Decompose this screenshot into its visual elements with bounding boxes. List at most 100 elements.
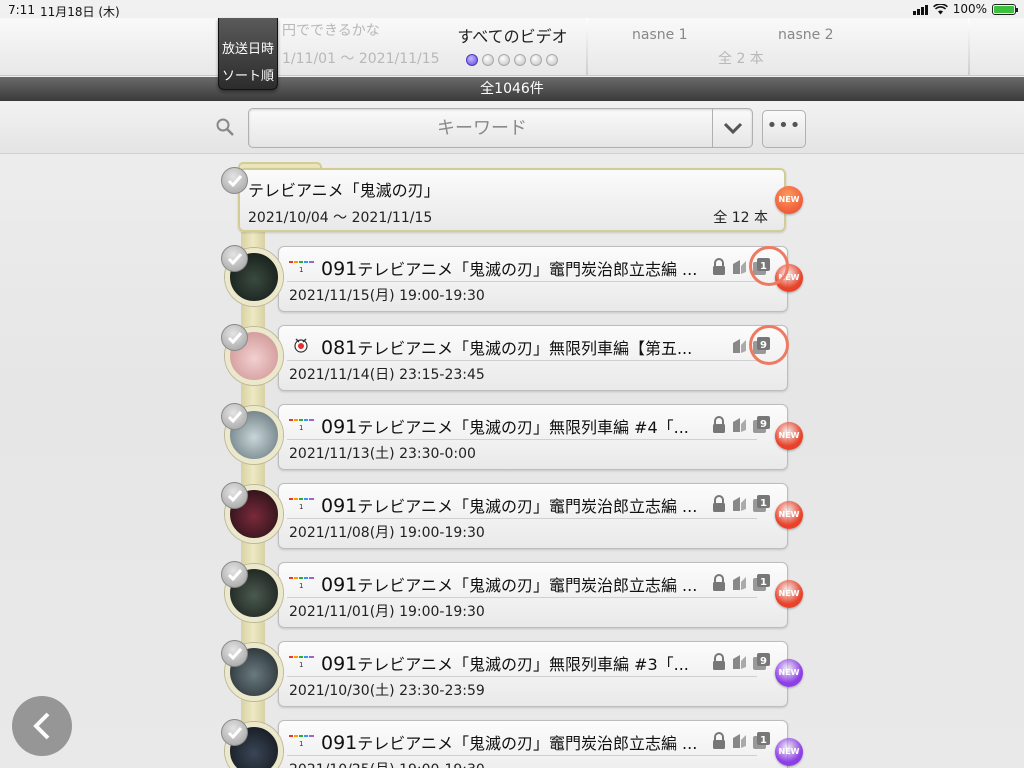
recording-item[interactable]: 1 091テレビアニメ「鬼滅の刃」竈門炭治郎立志編 ... 2021/10/25(月… xyxy=(278,720,788,768)
channel-number: 091 xyxy=(321,495,358,517)
copy-count: 9 xyxy=(760,656,767,667)
keyword-input[interactable] xyxy=(253,113,711,143)
tokyo-mx-logo-icon: 1 xyxy=(289,577,314,590)
svg-text:1: 1 xyxy=(299,582,303,590)
copy-count: 9 xyxy=(760,419,767,430)
new-badge: NEW xyxy=(775,659,803,687)
signal-icon xyxy=(912,4,928,15)
lock-icon xyxy=(713,653,725,670)
lock-icon xyxy=(713,258,725,275)
page-dot[interactable] xyxy=(514,54,526,66)
channel-number: 091 xyxy=(321,258,358,280)
sort-line2: ソート順 xyxy=(221,69,274,84)
ghost-count: 全 2 本 xyxy=(718,51,764,67)
tokyo-mx-logo-icon: 1 xyxy=(289,735,314,748)
status-bar: 7:11 11月18日 (木) 100% xyxy=(0,0,1024,20)
keyword-search-box xyxy=(248,108,753,148)
check-icon xyxy=(227,411,243,424)
item-select-checkbox[interactable] xyxy=(221,403,248,430)
edit-icon xyxy=(733,497,746,511)
status-icons: 9 xyxy=(711,415,773,435)
tab-nasne1[interactable]: nasne 1 xyxy=(632,27,688,43)
tab-all-videos[interactable]: すべてのビデオ xyxy=(440,23,585,47)
battery-percent: 100% xyxy=(952,2,987,16)
group-count: 全 12 本 xyxy=(713,210,768,226)
tokyo-mx-logo-icon: 1 xyxy=(289,419,314,432)
divider xyxy=(287,518,757,519)
group-select-checkbox[interactable] xyxy=(221,167,248,194)
recording-item[interactable]: 1 091テレビアニメ「鬼滅の刃」竈門炭治郎立志編 ... 2021/11/08(月… xyxy=(278,483,788,549)
tab-nasne2[interactable]: nasne 2 xyxy=(778,27,834,43)
new-badge: NEW xyxy=(775,422,803,450)
item-select-checkbox[interactable] xyxy=(221,482,248,509)
lock-icon xyxy=(713,416,725,433)
chevron-down-icon xyxy=(723,122,743,135)
channel-number: 091 xyxy=(321,653,358,675)
lock-icon xyxy=(713,495,725,512)
svg-text:1: 1 xyxy=(299,740,303,748)
sort-line1: 放送日時 xyxy=(221,42,274,57)
check-icon xyxy=(227,569,243,582)
svg-text:1: 1 xyxy=(299,661,303,669)
channel-number: 091 xyxy=(321,416,358,438)
tokyo-mx-logo-icon: 1 xyxy=(289,498,314,511)
divider xyxy=(287,755,757,756)
group-range: 2021/10/04 〜 2021/11/15 xyxy=(248,210,433,226)
item-select-checkbox[interactable] xyxy=(221,561,248,588)
status-icons: 1 xyxy=(711,731,773,751)
program-title: テレビアニメ「鬼滅の刃」無限列車編 #3「... xyxy=(357,655,689,674)
lock-icon xyxy=(713,732,725,749)
check-icon xyxy=(227,727,243,740)
sort-order-button[interactable]: 放送日時 ソート順 xyxy=(218,18,278,90)
keyword-dropdown-button[interactable] xyxy=(712,109,752,147)
program-title: テレビアニメ「鬼滅の刃」竈門炭治郎立志編 ... xyxy=(357,497,698,516)
recording-title: 091テレビアニメ「鬼滅の刃」竈門炭治郎立志編 ... xyxy=(321,572,717,596)
program-title: テレビアニメ「鬼滅の刃」竈門炭治郎立志編 ... xyxy=(357,260,698,279)
page-dot[interactable] xyxy=(482,54,494,66)
check-icon xyxy=(227,332,243,345)
new-badge: NEW xyxy=(775,186,803,214)
item-select-checkbox[interactable] xyxy=(221,245,248,272)
recording-title: 081テレビアニメ「鬼滅の刃」無限列車編【第五... xyxy=(321,335,717,359)
back-button[interactable] xyxy=(12,696,72,756)
recording-item[interactable]: 081テレビアニメ「鬼滅の刃」無限列車編【第五... 2021/11/14(日) … xyxy=(278,325,788,391)
recording-item[interactable]: 1 091テレビアニメ「鬼滅の刃」竈門炭治郎立志編 ... 2021/11/01(月… xyxy=(278,562,788,628)
item-select-checkbox[interactable] xyxy=(221,640,248,667)
channel-number: 091 xyxy=(321,574,358,596)
total-count-bar: 全1046件 xyxy=(0,77,1024,101)
tokyo-mx-logo-icon: 1 xyxy=(289,656,314,669)
check-icon xyxy=(227,175,243,188)
recording-item[interactable]: 1 091テレビアニメ「鬼滅の刃」竈門炭治郎立志編 ... 2021/11/15(月… xyxy=(278,246,788,312)
broadcast-datetime: 2021/11/08(月) 19:00-19:30 xyxy=(289,525,485,541)
recording-item[interactable]: 1 091テレビアニメ「鬼滅の刃」無限列車編 #3「... 2021/10/30(土… xyxy=(278,641,788,707)
item-select-checkbox[interactable] xyxy=(221,719,248,746)
more-options-button[interactable]: ••• xyxy=(762,110,806,148)
edit-icon xyxy=(733,339,746,353)
highlight-ring xyxy=(749,325,789,365)
chevron-left-icon xyxy=(33,712,50,740)
new-badge: NEW xyxy=(775,501,803,529)
broadcast-datetime: 2021/11/14(日) 23:15-23:45 xyxy=(289,367,485,383)
page-dot[interactable] xyxy=(466,54,478,66)
item-select-checkbox[interactable] xyxy=(221,324,248,351)
recording-item[interactable]: 1 091テレビアニメ「鬼滅の刃」無限列車編 #4「... 2021/11/13(土… xyxy=(278,404,788,470)
ghost-range: 1/11/01 〜 2021/11/15 xyxy=(282,51,440,67)
page-dot[interactable] xyxy=(546,54,558,66)
page-dot[interactable] xyxy=(530,54,542,66)
copy-count-icon: 1 xyxy=(753,495,770,512)
broadcast-datetime: 2021/10/30(土) 23:30-23:59 xyxy=(289,683,485,699)
program-title: テレビアニメ「鬼滅の刃」無限列車編【第五... xyxy=(357,339,693,358)
highlight-ring xyxy=(749,246,789,286)
fuji-tv-logo-icon xyxy=(294,338,308,353)
status-icons: 1 xyxy=(711,573,773,593)
broadcast-datetime: 2021/11/01(月) 19:00-19:30 xyxy=(289,604,485,620)
program-title: テレビアニメ「鬼滅の刃」竈門炭治郎立志編 ... xyxy=(357,576,698,595)
divider xyxy=(287,360,757,361)
page-indicator[interactable] xyxy=(466,54,558,66)
recording-title: 091テレビアニメ「鬼滅の刃」竈門炭治郎立志編 ... xyxy=(321,730,717,754)
page-dot[interactable] xyxy=(498,54,510,66)
series-group-header[interactable]: テレビアニメ「鬼滅の刃」 2021/10/04 〜 2021/11/15 全 1… xyxy=(238,168,786,232)
recording-title: 091テレビアニメ「鬼滅の刃」無限列車編 #4「... xyxy=(321,414,717,438)
status-icons: 9 xyxy=(711,652,773,672)
copy-count: 1 xyxy=(760,735,767,746)
